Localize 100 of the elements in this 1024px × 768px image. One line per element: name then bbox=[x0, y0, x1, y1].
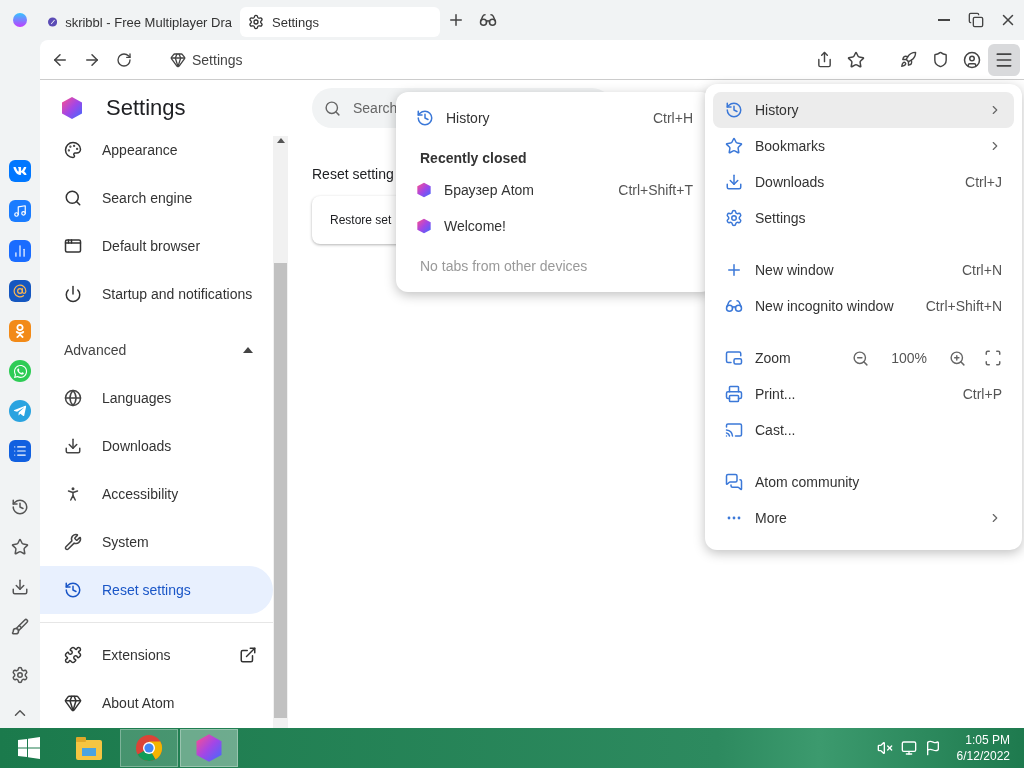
cast-icon bbox=[725, 421, 743, 439]
folder-icon bbox=[74, 734, 104, 762]
menu-item[interactable]: Print... Ctrl+P bbox=[713, 376, 1014, 412]
menu-item[interactable]: History Ctrl+H bbox=[404, 100, 705, 136]
history-icon bbox=[64, 581, 82, 599]
printer-icon bbox=[725, 385, 743, 403]
zoom-out-button[interactable] bbox=[852, 349, 870, 367]
menu-item[interactable]: Cast... bbox=[713, 412, 1014, 448]
plus-icon bbox=[447, 11, 465, 29]
nav-item[interactable]: Languages bbox=[40, 374, 273, 422]
clock-date[interactable]: 6/12/2022 bbox=[956, 748, 1010, 764]
atom-logo-icon bbox=[60, 96, 84, 120]
menu-item[interactable]: Браузер Atom Ctrl+Shift+T bbox=[404, 172, 705, 208]
wrench-icon bbox=[64, 533, 82, 551]
scroll-up-icon[interactable] bbox=[276, 138, 285, 143]
minimize-icon bbox=[938, 19, 950, 21]
menu-item[interactable]: Downloads Ctrl+J bbox=[713, 164, 1014, 200]
fullscreen-button[interactable] bbox=[984, 349, 1002, 367]
zoom-window-icon bbox=[725, 349, 743, 367]
settings-icon bbox=[248, 14, 264, 30]
browser-tab[interactable]: Settings bbox=[240, 7, 440, 37]
card-row-text[interactable]: Restore set bbox=[330, 213, 392, 227]
nav-item[interactable]: About Atom bbox=[40, 679, 273, 727]
restore-icon bbox=[968, 12, 984, 28]
gem-icon bbox=[64, 694, 82, 712]
menu-item[interactable]: Welcome! bbox=[404, 208, 705, 244]
advanced-section-header[interactable]: Advanced bbox=[40, 326, 273, 374]
share-icon bbox=[815, 51, 833, 68]
window-icon bbox=[64, 237, 82, 255]
search-icon bbox=[64, 189, 82, 207]
taskbar-app[interactable] bbox=[120, 729, 178, 767]
round-logo-icon bbox=[135, 734, 163, 762]
download-icon bbox=[64, 437, 82, 455]
nav-item[interactable]: Appearance bbox=[40, 126, 273, 174]
atom-app-icon bbox=[194, 733, 224, 763]
star-icon bbox=[725, 137, 743, 155]
history-icon[interactable] bbox=[11, 498, 29, 516]
nav-item[interactable]: Search engine bbox=[40, 174, 273, 222]
empty-note: No tabs from other devices bbox=[419, 257, 589, 276]
download-icon bbox=[725, 173, 743, 191]
nav-item[interactable]: Startup and notifications bbox=[40, 270, 273, 318]
scrollbar[interactable] bbox=[273, 136, 288, 728]
plus-icon bbox=[725, 261, 743, 279]
star-icon[interactable] bbox=[11, 538, 29, 556]
star-icon bbox=[847, 50, 865, 69]
nav-item[interactable]: Accessibility bbox=[40, 470, 273, 518]
chart-app-icon[interactable] bbox=[9, 240, 31, 262]
atom-page-icon bbox=[416, 218, 432, 234]
rocket-icon bbox=[899, 51, 917, 68]
flag-icon[interactable] bbox=[924, 740, 941, 756]
download-icon[interactable] bbox=[11, 578, 29, 596]
history-icon bbox=[725, 101, 743, 119]
history-icon bbox=[416, 109, 434, 127]
zoom-in-button[interactable] bbox=[949, 349, 966, 367]
incognito-icon bbox=[479, 11, 497, 29]
palette-icon bbox=[64, 141, 82, 159]
incognito-icon bbox=[725, 297, 743, 315]
menu-item[interactable]: New window Ctrl+N bbox=[713, 252, 1014, 288]
list-app-icon[interactable] bbox=[9, 440, 31, 462]
nav-item[interactable]: Default browser bbox=[40, 222, 273, 270]
browser-logo-icon bbox=[13, 13, 27, 27]
zoom-level: 100% bbox=[891, 350, 927, 366]
settings-icon[interactable] bbox=[11, 666, 29, 684]
reload-icon bbox=[116, 51, 132, 68]
profile-icon bbox=[963, 50, 981, 69]
nav-item[interactable]: Downloads bbox=[40, 422, 273, 470]
music-app-icon[interactable] bbox=[9, 200, 31, 222]
chat-icon bbox=[725, 473, 743, 491]
page-title: Settings bbox=[106, 95, 186, 121]
menu-item[interactable]: Settings bbox=[713, 200, 1014, 236]
section-title: Reset setting bbox=[312, 166, 394, 182]
power-icon bbox=[64, 285, 82, 303]
menu-item[interactable]: Zoom 100% bbox=[713, 340, 1014, 376]
shield-icon bbox=[931, 51, 949, 68]
search-icon bbox=[324, 99, 341, 117]
globe-icon bbox=[64, 389, 82, 407]
puzzle-icon bbox=[64, 646, 82, 664]
pencil-icon bbox=[48, 14, 58, 30]
menu-item[interactable]: History bbox=[713, 92, 1014, 128]
muted-speaker-icon[interactable] bbox=[876, 740, 893, 756]
vk-app-icon[interactable] bbox=[9, 160, 31, 182]
menu-item[interactable]: Atom community bbox=[713, 464, 1014, 500]
menu-button[interactable] bbox=[988, 43, 1020, 76]
section-heading: Recently closed bbox=[419, 149, 528, 168]
network-icon[interactable] bbox=[900, 740, 917, 756]
menu-item[interactable]: More bbox=[713, 500, 1014, 536]
menu-item[interactable]: New incognito window Ctrl+Shift+N bbox=[713, 288, 1014, 324]
settings-icon bbox=[725, 209, 743, 227]
nav-item[interactable]: Reset settings bbox=[40, 566, 273, 614]
nav-item[interactable]: Extensions bbox=[40, 631, 273, 679]
clock-time[interactable]: 1:05 PM bbox=[965, 732, 1010, 748]
nav-item[interactable]: System bbox=[40, 518, 273, 566]
telegram-app-icon[interactable] bbox=[9, 400, 31, 422]
address-text[interactable]: Settings bbox=[192, 51, 243, 68]
browser-tab[interactable]: skribbl - Free Multiplayer Dra bbox=[40, 7, 240, 37]
mail-app-icon[interactable] bbox=[9, 280, 31, 302]
taskbar-app[interactable] bbox=[180, 729, 238, 767]
brush-icon[interactable] bbox=[11, 618, 29, 636]
windows-logo-icon bbox=[17, 736, 41, 760]
menu-item[interactable]: Bookmarks bbox=[713, 128, 1014, 164]
